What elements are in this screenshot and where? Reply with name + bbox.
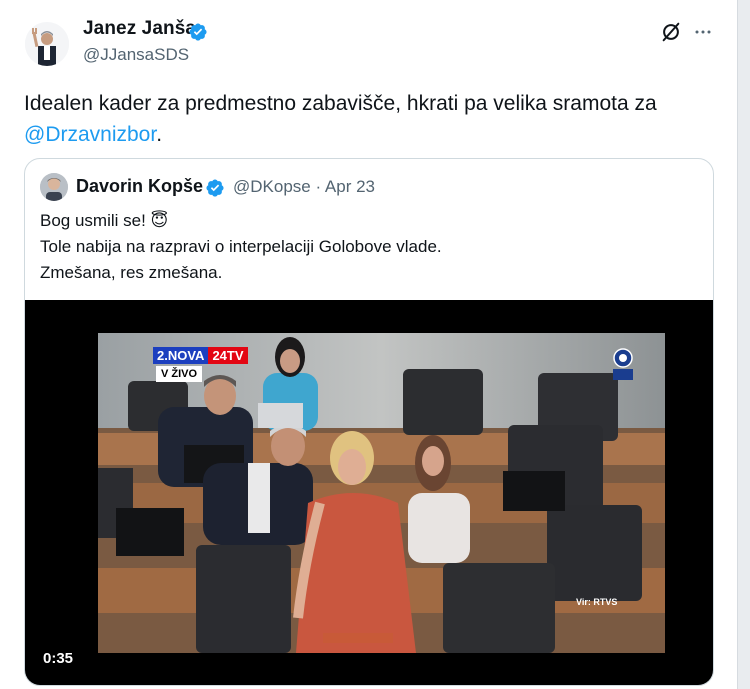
quote-text: Bog usmili se! 😇 Tole nabija na razpravi… bbox=[40, 208, 442, 286]
record-holder-badge-icon bbox=[613, 348, 633, 380]
channel-label-b: 24TV bbox=[208, 347, 248, 364]
video-player[interactable]: 2.NOVA 24TV V ŽIVO Vir: RTVS 0:35 bbox=[25, 300, 713, 685]
video-frame[interactable]: 2.NOVA 24TV V ŽIVO Vir: RTVS bbox=[98, 333, 665, 653]
video-source-label: Vir: RTVS bbox=[576, 597, 618, 607]
channel-label-a: 2.NOVA bbox=[153, 347, 209, 364]
tweet-text: Idealen kader za predmestno zabavišče, h… bbox=[24, 88, 714, 150]
quote-author-avatar[interactable] bbox=[40, 173, 68, 201]
quoted-tweet[interactable]: Davorin Kopše @DKopse · Apr 23 Bog usmil… bbox=[24, 158, 714, 686]
author-name[interactable]: Janez Janša bbox=[83, 18, 196, 40]
mention-link[interactable]: @Drzavnizbor bbox=[24, 123, 156, 146]
quote-line-1: Bog usmili se! 😇 bbox=[40, 211, 169, 230]
grok-icon[interactable] bbox=[660, 21, 682, 43]
tweet-card: Janez Janša @JJansaSDS Idealen kader za … bbox=[0, 0, 738, 689]
quote-author-name[interactable]: Davorin Kopše bbox=[76, 176, 203, 197]
quote-verified-badge-icon bbox=[206, 179, 224, 197]
video-duration: 0:35 bbox=[37, 648, 80, 669]
author-avatar[interactable] bbox=[25, 22, 69, 66]
tweet-body: Idealen kader za predmestno zabavišče, h… bbox=[24, 92, 657, 115]
quote-handle-date[interactable]: @DKopse · Apr 23 bbox=[233, 177, 375, 197]
channel-logo: 2.NOVA 24TV bbox=[153, 347, 248, 364]
more-options-icon[interactable] bbox=[694, 23, 712, 41]
verified-badge-icon bbox=[189, 23, 207, 41]
quote-line-2: Tole nabija na razpravi o interpelaciji … bbox=[40, 237, 442, 256]
live-label: V ŽIVO bbox=[156, 366, 203, 382]
quote-line-3: Zmešana, res zmešana. bbox=[40, 263, 223, 282]
tweet-text-end: . bbox=[156, 123, 163, 146]
author-handle[interactable]: @JJansaSDS bbox=[83, 45, 189, 65]
